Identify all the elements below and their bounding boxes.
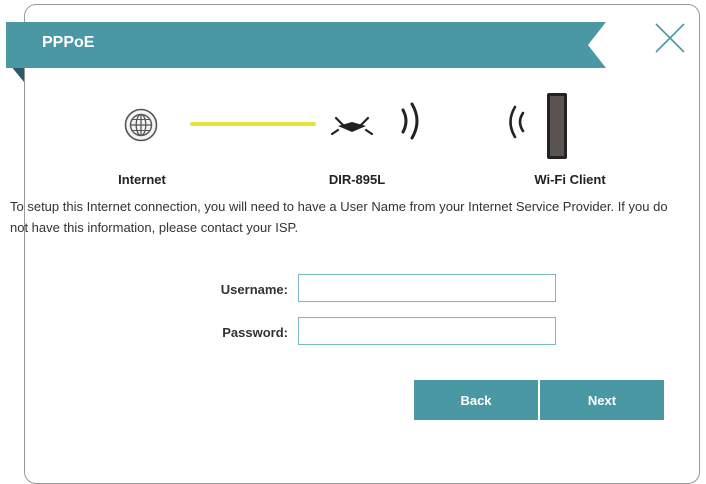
title-banner <box>6 22 606 68</box>
close-icon <box>655 23 685 53</box>
node-label-client: Wi-Fi Client <box>534 172 606 187</box>
username-input[interactable] <box>298 274 556 302</box>
wifi-signal-icon <box>509 105 525 139</box>
wifi-signal-icon <box>401 102 419 140</box>
next-button[interactable]: Next <box>540 380 664 420</box>
dialog-title: PPPoE <box>42 34 95 51</box>
node-label-internet: Internet <box>118 172 166 187</box>
globe-icon <box>124 108 158 142</box>
setup-description: To setup this Internet connection, you w… <box>10 199 668 235</box>
router-icon <box>330 116 374 136</box>
close-button[interactable] <box>650 18 690 58</box>
connection-line <box>190 122 316 126</box>
password-input[interactable] <box>298 317 556 345</box>
back-button[interactable]: Back <box>414 380 538 420</box>
node-label-router: DIR-895L <box>328 172 386 187</box>
tablet-icon <box>547 93 567 159</box>
username-label: Username: <box>220 282 288 297</box>
password-label: Password: <box>222 325 288 340</box>
